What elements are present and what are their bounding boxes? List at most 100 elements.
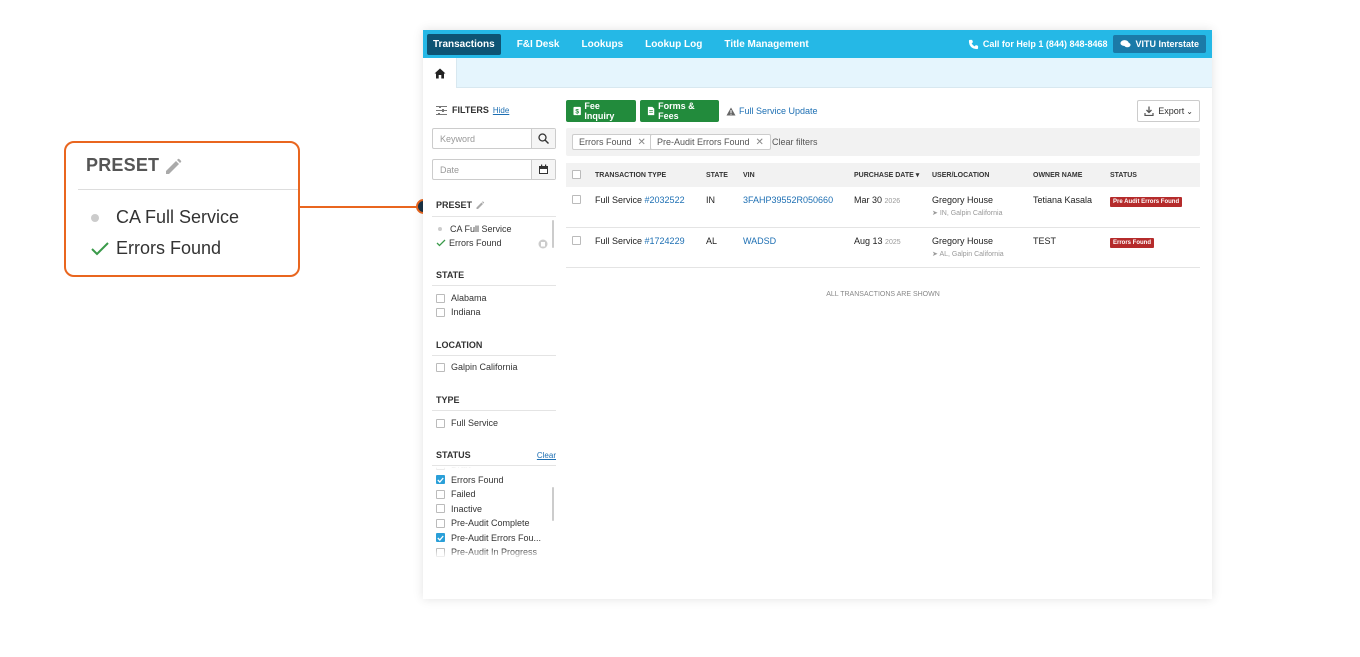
close-icon[interactable]: ✕ — [638, 137, 646, 148]
col-transaction-type[interactable]: TRANSACTION TYPE — [591, 163, 702, 187]
export-button[interactable]: Export ⌄ — [1137, 100, 1200, 122]
col-purchase-date[interactable]: PURCHASE DATE ▾ — [850, 163, 928, 187]
state-option-alabama[interactable]: Alabama — [436, 293, 487, 303]
filter-chip-errors-found[interactable]: Errors Found ✕ — [572, 134, 653, 150]
checkbox[interactable] — [436, 518, 445, 528]
state-section-title: STATE — [436, 270, 465, 280]
col-vin[interactable]: VIN — [739, 163, 850, 187]
transaction-number-link[interactable]: #2032522 — [645, 195, 685, 205]
checkbox[interactable] — [436, 418, 445, 428]
close-icon[interactable]: ✕ — [756, 137, 764, 148]
date-field[interactable]: Date — [432, 159, 556, 180]
filters-header: FILTERS Hide — [436, 105, 509, 115]
filter-chip-pre-audit-errors[interactable]: Pre-Audit Errors Found ✕ — [650, 134, 771, 150]
checkbox[interactable] — [436, 489, 445, 499]
type-section-title: TYPE — [436, 395, 460, 405]
option-label: Indiana — [451, 307, 481, 317]
pencil-icon[interactable] — [475, 200, 485, 210]
checkbox[interactable] — [436, 307, 445, 317]
state-option-indiana[interactable]: Indiana — [436, 307, 481, 317]
divider — [432, 410, 556, 411]
nav-transactions[interactable]: Transactions — [427, 33, 501, 55]
calendar-button[interactable] — [531, 160, 555, 179]
hide-filters-link[interactable]: Hide — [493, 106, 509, 115]
filter-sliders-icon — [436, 105, 447, 115]
status-clear-link[interactable]: Clear — [537, 451, 556, 460]
checkbox[interactable] — [436, 504, 445, 513]
transaction-number-link[interactable]: #1724229 — [645, 236, 685, 246]
location-line: ➤ AL, Galpin California — [932, 250, 1025, 258]
keyword-placeholder: Keyword — [440, 134, 476, 144]
help-phone-link[interactable]: Call for Help 1 (844) 848-8468 — [968, 39, 1108, 50]
nav-lookup-log[interactable]: Lookup Log — [639, 34, 708, 55]
vitu-interstate-button[interactable]: VITU Interstate — [1113, 35, 1206, 53]
tab-bar — [423, 58, 1212, 88]
delete-preset-icon[interactable] — [538, 239, 548, 249]
col-state[interactable]: STATE — [702, 163, 739, 187]
transaction-type-cell: Full Service #1724229 — [591, 227, 702, 268]
preset-item-label: CA Full Service — [450, 224, 512, 234]
top-nav: Transactions F&I Desk Lookups Lookup Log… — [423, 30, 1212, 58]
table-row[interactable]: Full Service #2032522 IN 3FAHP39552R050660… — [566, 187, 1200, 228]
checkbox[interactable] — [436, 293, 445, 303]
type-option-full-service[interactable]: Full Service — [436, 418, 498, 428]
svg-text:$: $ — [575, 108, 579, 115]
checkmark-icon — [437, 477, 444, 483]
col-purchase-date-label: PURCHASE DATE — [854, 172, 914, 179]
preset-item-errors-found[interactable]: Errors Found — [436, 238, 502, 248]
vin-link[interactable]: 3FAHP39552R050660 — [743, 195, 833, 205]
status-cell: Pre Audit Errors Found — [1106, 187, 1200, 228]
full-service-update-link[interactable]: Full Service Update — [726, 106, 818, 116]
vin-link[interactable]: WADSD — [743, 236, 776, 246]
preset-section-title: PRESET — [436, 200, 485, 210]
location-option-galpin[interactable]: Galpin California — [436, 362, 518, 372]
row-checkbox[interactable] — [572, 235, 581, 245]
forms-fees-label: Forms & Fees — [658, 101, 695, 121]
select-all-checkbox[interactable] — [572, 169, 581, 179]
search-button[interactable] — [531, 129, 555, 148]
col-status[interactable]: STATUS — [1106, 163, 1200, 187]
location-text: AL, Galpin California — [939, 250, 1004, 258]
col-owner-name[interactable]: OWNER NAME — [1029, 163, 1106, 187]
forms-fees-button[interactable]: Forms & Fees — [640, 100, 719, 122]
preset-item-ca-full-service[interactable]: CA Full Service — [436, 224, 512, 234]
nav-fi-desk[interactable]: F&I Desk — [511, 34, 566, 55]
table-header-row: TRANSACTION TYPE STATE VIN PURCHASE DATE… — [566, 163, 1200, 187]
checkbox[interactable] — [436, 533, 445, 542]
clear-filters-link[interactable]: Clear filters — [772, 137, 818, 147]
state-cell: AL — [702, 227, 739, 268]
transaction-type: Full Service — [595, 235, 643, 246]
status-option[interactable]: Pre-Audit Complete — [436, 518, 530, 528]
status-badge: Pre Audit Errors Found — [1110, 197, 1183, 207]
checkbox[interactable] — [436, 475, 445, 484]
table-row[interactable]: Full Service #1724229 AL WADSD Aug 13 2025 G… — [566, 227, 1200, 268]
checkbox[interactable] — [436, 362, 445, 372]
status-option[interactable]: Failed — [436, 489, 476, 499]
calendar-icon — [539, 164, 548, 174]
status-scrollbar[interactable] — [552, 487, 554, 521]
nav-lookups[interactable]: Lookups — [576, 34, 630, 55]
row-checkbox[interactable] — [572, 195, 581, 204]
vitu-label: VITU Interstate — [1135, 39, 1199, 49]
all-transactions-shown-text: ALL TRANSACTIONS ARE SHOWN — [826, 291, 940, 298]
callout-title: PRESET — [86, 155, 160, 175]
keyword-search-field[interactable]: Keyword — [432, 128, 556, 149]
status-option[interactable]: Pre-Audit Errors Fou... — [436, 533, 541, 543]
callout-item-label: Errors Found — [116, 238, 222, 258]
transaction-type-cell: Full Service #2032522 — [591, 187, 702, 228]
home-tab[interactable] — [423, 58, 457, 88]
fee-inquiry-button[interactable]: $ Fee Inquiry — [566, 100, 636, 122]
status-option[interactable]: Inactive — [436, 504, 482, 514]
select-all-header — [566, 163, 591, 187]
chip-label: Pre-Audit Errors Found — [657, 137, 750, 147]
col-user-location[interactable]: USER/LOCATION — [928, 163, 1029, 187]
divider — [432, 465, 556, 466]
help-text: Call for Help 1 (844) 848-8468 — [982, 39, 1108, 49]
purchase-date-cell: Aug 13 2025 — [850, 227, 928, 268]
option-label: Failed — [451, 489, 476, 499]
status-options-list[interactable]: DraftErrors FoundFailedInactivePre-Audit… — [432, 467, 556, 559]
nav-title-management[interactable]: Title Management — [718, 34, 814, 55]
pencil-icon — [166, 158, 182, 174]
preset-scrollbar[interactable] — [552, 220, 554, 248]
status-option[interactable]: Errors Found — [436, 475, 504, 485]
